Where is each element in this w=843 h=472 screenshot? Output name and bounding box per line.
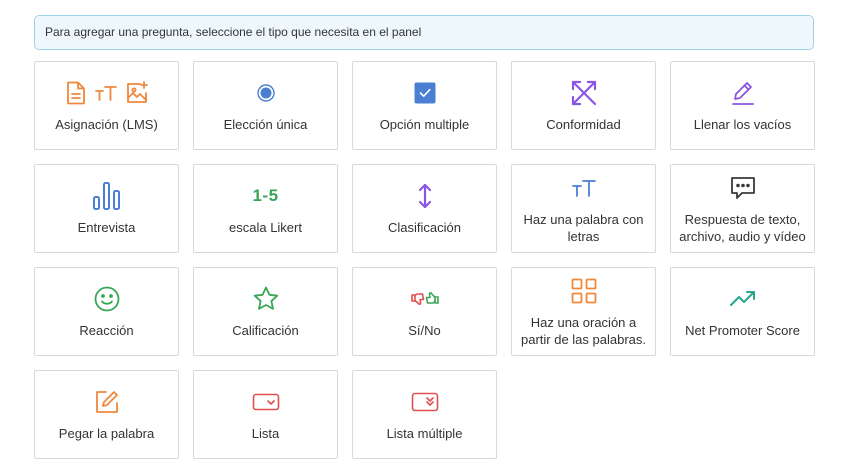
tile-label: Haz una oración a partir de las palabras… [520,314,646,347]
multi-dropdown-icon [411,392,439,412]
document-icon [65,81,87,105]
question-type-yes-no[interactable]: Sí/No [352,267,497,356]
thumbs-up-down-icon [410,291,439,307]
radio-button-icon [256,83,276,103]
question-type-multi-dropdown[interactable]: Lista múltiple [352,370,497,459]
tile-label: Lista múltiple [386,426,463,441]
question-type-multiple-choice[interactable]: Opción multiple [352,61,497,150]
question-type-likert-scale[interactable]: 1-5 escala Likert [193,164,338,253]
text-size-icon [94,85,117,101]
tile-label: Llenar los vacíos [693,117,792,132]
question-type-assignment-lms[interactable]: Asignación (LMS) [34,61,179,150]
question-type-fill-blanks[interactable]: Llenar los vacíos [670,61,815,150]
tile-label: Clasificación [388,220,461,235]
tile-label: Lista [251,426,280,441]
trend-up-icon [729,290,757,308]
question-type-grid: Asignación (LMS) Elección única Opción m… [34,61,816,459]
question-type-dropdown[interactable]: Lista [193,370,338,459]
checkbox-checked-icon [414,82,436,104]
question-type-make-sentence[interactable]: Haz una oración a partir de las palabras… [511,267,656,356]
chat-bubble-icon [730,175,756,201]
grid-icon [571,278,597,304]
tile-label: Reacción [79,323,134,338]
smiley-icon [93,285,121,313]
text-size-icon [571,179,596,197]
dropdown-icon [252,393,280,411]
likert-scale-icon: 1-5 [252,186,279,205]
info-notice: Para agregar una pregunta, seleccione el… [34,15,814,50]
question-type-open-answer[interactable]: Respuesta de texto, archivo, audio y víd… [670,164,815,253]
vertical-arrows-icon [418,182,432,210]
tile-label: Haz una palabra con letras [523,211,644,244]
pencil-icon [730,80,756,106]
question-type-single-choice[interactable]: Elección única [193,61,338,150]
question-type-ranking[interactable]: Clasificación [352,164,497,253]
tile-label: Sí/No [408,323,441,338]
tile-label: Entrevista [77,220,136,235]
tile-label: Elección única [223,117,308,132]
question-type-reaction[interactable]: Reacción [34,267,179,356]
question-type-matching[interactable]: Conformidad [511,61,656,150]
tile-label: Pegar la palabra [58,426,155,441]
question-type-nps[interactable]: Net Promoter Score [670,267,815,356]
tile-label: Calificación [232,323,299,338]
tile-label: Conformidad [546,117,621,132]
question-type-insert-word[interactable]: Pegar la palabra [34,370,179,459]
tile-label: Net Promoter Score [685,323,800,338]
tile-label: Asignación (LMS) [55,117,158,132]
question-type-survey[interactable]: Entrevista [34,164,179,253]
add-image-icon [125,81,149,105]
bar-chart-icon [92,181,122,211]
cross-arrows-icon [570,79,598,107]
question-type-make-word[interactable]: Haz una palabra con letras [511,164,656,253]
star-icon [252,285,280,313]
tile-label: escala Likert [229,220,302,235]
edit-box-icon [94,389,120,415]
question-type-rating[interactable]: Calificación [193,267,338,356]
tile-label: Opción multiple [379,117,470,132]
info-notice-text: Para agregar una pregunta, seleccione el… [45,25,422,39]
tile-label: Respuesta de texto, archivo, audio y víd… [679,211,806,244]
